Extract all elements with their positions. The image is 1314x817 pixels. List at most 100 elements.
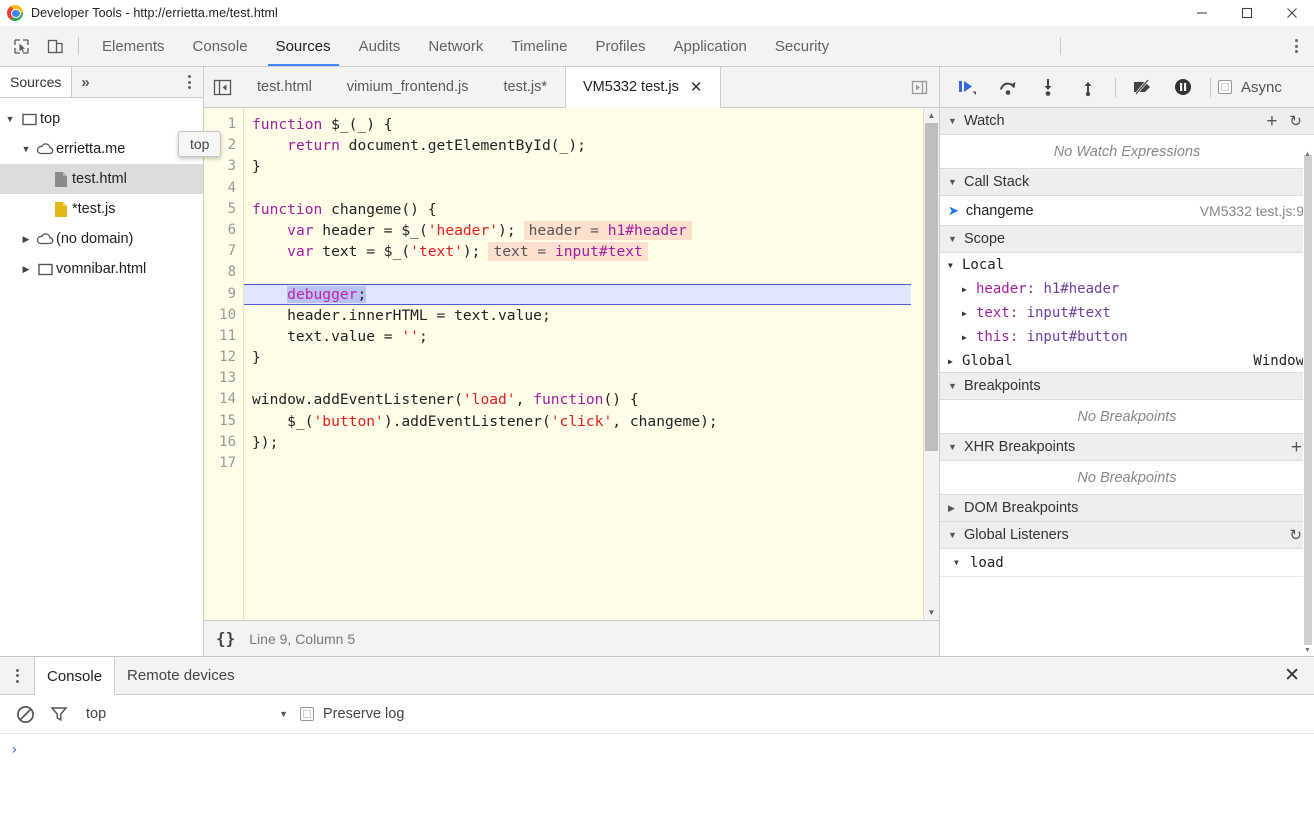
- chevron-down-icon[interactable]: ▼: [18, 144, 34, 154]
- close-icon[interactable]: ✕: [690, 78, 703, 96]
- drawer-tab-console[interactable]: Console: [34, 657, 116, 695]
- scrollbar-thumb[interactable]: [1304, 155, 1312, 645]
- scope-var-value[interactable]: input#text: [1027, 305, 1111, 321]
- chevron-down-icon[interactable]: ▼: [948, 381, 964, 391]
- chevron-down-icon[interactable]: ▼: [954, 558, 970, 567]
- chevron-right-icon[interactable]: ▶: [18, 234, 34, 245]
- line-number[interactable]: 16: [204, 432, 236, 453]
- step-into-icon[interactable]: [1028, 67, 1068, 108]
- maximize-icon[interactable]: [1224, 0, 1269, 26]
- code-line[interactable]: return document.getElementById(_);: [252, 135, 923, 156]
- line-number[interactable]: 5: [204, 199, 236, 220]
- code-line[interactable]: }: [252, 156, 923, 177]
- code-line[interactable]: [252, 453, 923, 474]
- navigator-more-tabs-icon[interactable]: »: [72, 67, 98, 97]
- console-output[interactable]: ›: [0, 734, 1314, 817]
- file-tab-vm5332[interactable]: VM5332 test.js ✕: [565, 67, 721, 108]
- section-xhr-breakpoints[interactable]: ▼ XHR Breakpoints +: [940, 433, 1314, 461]
- tree-item-errietta[interactable]: ▼ errietta.me: [0, 134, 203, 164]
- tab-application[interactable]: Application: [660, 26, 761, 66]
- chevron-right-icon[interactable]: ▶: [18, 264, 34, 275]
- section-dom-breakpoints[interactable]: ▶ DOM Breakpoints: [940, 494, 1314, 522]
- chevron-right-icon[interactable]: ▶: [962, 333, 976, 342]
- chevron-right-icon[interactable]: ▶: [962, 309, 976, 318]
- line-number[interactable]: 12: [204, 347, 236, 368]
- section-scope[interactable]: ▼ Scope: [940, 225, 1314, 253]
- code-line[interactable]: header.innerHTML = text.value;: [252, 305, 923, 326]
- inspect-element-icon[interactable]: [4, 26, 38, 66]
- file-tab-test-js[interactable]: test.js*: [486, 67, 565, 107]
- console-prompt-icon[interactable]: ›: [10, 742, 18, 758]
- tree-item-vomnibar[interactable]: ▶ vomnibar.html: [0, 254, 203, 284]
- section-global-listeners[interactable]: ▼ Global Listeners ↻: [940, 521, 1314, 549]
- filter-icon[interactable]: [42, 705, 76, 723]
- scope-var-this[interactable]: ▶ this: input#button: [940, 325, 1314, 349]
- section-breakpoints[interactable]: ▼ Breakpoints: [940, 372, 1314, 400]
- code-line[interactable]: function changeme() {: [252, 199, 923, 220]
- code-line[interactable]: $_('button').addEventListener('click', c…: [252, 411, 923, 432]
- step-out-icon[interactable]: [1068, 67, 1108, 108]
- pause-on-exceptions-icon[interactable]: [1163, 67, 1203, 108]
- code-line[interactable]: }: [252, 347, 923, 368]
- chevron-down-icon[interactable]: ▼: [948, 442, 964, 452]
- console-context-select[interactable]: top ▼: [76, 706, 296, 722]
- tree-item-test-js[interactable]: *test.js: [0, 194, 203, 224]
- section-watch[interactable]: ▼ Watch + ↻: [940, 108, 1314, 135]
- scroll-down-icon[interactable]: ▼: [924, 605, 939, 620]
- call-stack-frame[interactable]: ➤ changeme VM5332 test.js:9: [940, 196, 1314, 226]
- refresh-watch-icon[interactable]: ↻: [1285, 112, 1306, 130]
- line-number[interactable]: 8: [204, 262, 236, 283]
- more-tabs-icon[interactable]: [899, 67, 939, 107]
- close-icon[interactable]: [1269, 0, 1314, 26]
- scope-var-value[interactable]: input#button: [1027, 329, 1128, 345]
- navigator-kebab-menu-icon[interactable]: [176, 67, 203, 97]
- chevron-down-icon[interactable]: ▼: [948, 234, 964, 244]
- file-tab-vimium-frontend[interactable]: vimium_frontend.js: [330, 67, 487, 107]
- tab-audits[interactable]: Audits: [345, 26, 415, 66]
- clear-console-icon[interactable]: [8, 705, 42, 724]
- chevron-down-icon[interactable]: ▼: [948, 177, 964, 187]
- chevron-right-icon[interactable]: ▶: [948, 357, 962, 366]
- tab-network[interactable]: Network: [414, 26, 497, 66]
- scrollbar-thumb[interactable]: [925, 123, 938, 451]
- code-line[interactable]: text.value = '';: [252, 326, 923, 347]
- code-area[interactable]: 1 2 3 4 5 6 7 8 9 10 11 12 13 14 15 16 17 function $_(_)…: [204, 108, 923, 620]
- line-number[interactable]: 7: [204, 241, 236, 262]
- tree-item-top[interactable]: ▼ top: [0, 104, 203, 134]
- code-line[interactable]: var header = $_('header'); header = h1#he…: [252, 220, 923, 241]
- scrollbar-track[interactable]: [924, 123, 939, 605]
- tab-console[interactable]: Console: [179, 26, 262, 66]
- line-number[interactable]: 11: [204, 326, 236, 347]
- chevron-down-icon[interactable]: ▼: [2, 114, 18, 124]
- code-line[interactable]: [252, 178, 923, 199]
- line-number[interactable]: 10: [204, 305, 236, 326]
- async-checkbox[interactable]: [1218, 80, 1232, 94]
- line-number[interactable]: 14: [204, 389, 236, 410]
- scope-group-local[interactable]: ▼ Local: [940, 253, 1314, 277]
- scroll-down-icon[interactable]: ▼: [1304, 647, 1311, 654]
- pretty-print-icon[interactable]: {}: [216, 629, 235, 648]
- line-number[interactable]: 13: [204, 368, 236, 389]
- scope-group-global[interactable]: ▶ Global Window: [940, 349, 1314, 373]
- chevron-down-icon[interactable]: ▼: [279, 709, 296, 719]
- tree-item-no-domain[interactable]: ▶ (no domain): [0, 224, 203, 254]
- code-line-executing[interactable]: debugger;: [244, 283, 911, 305]
- chevron-right-icon[interactable]: ▶: [962, 285, 976, 294]
- line-number[interactable]: 4: [204, 178, 236, 199]
- resume-script-icon[interactable]: [948, 67, 988, 108]
- close-drawer-icon[interactable]: ✕: [1270, 657, 1314, 694]
- minimize-icon[interactable]: [1179, 0, 1224, 26]
- line-number[interactable]: 17: [204, 453, 236, 474]
- scope-var-header[interactable]: ▶ header: h1#header: [940, 277, 1314, 301]
- add-watch-icon[interactable]: +: [1262, 112, 1281, 131]
- section-call-stack[interactable]: ▼ Call Stack: [940, 168, 1314, 196]
- code-line[interactable]: window.addEventListener('load', function…: [252, 389, 923, 410]
- preserve-log-checkbox[interactable]: [300, 707, 314, 721]
- line-number[interactable]: 6: [204, 220, 236, 241]
- show-navigator-icon[interactable]: [204, 67, 240, 107]
- drawer-tab-remote-devices[interactable]: Remote devices: [115, 657, 247, 694]
- tab-security[interactable]: Security: [761, 26, 843, 66]
- code-lines[interactable]: function $_(_) { return document.getElem…: [244, 108, 923, 620]
- chevron-right-icon[interactable]: ▶: [948, 503, 964, 514]
- drawer-kebab-menu-icon[interactable]: [0, 657, 34, 694]
